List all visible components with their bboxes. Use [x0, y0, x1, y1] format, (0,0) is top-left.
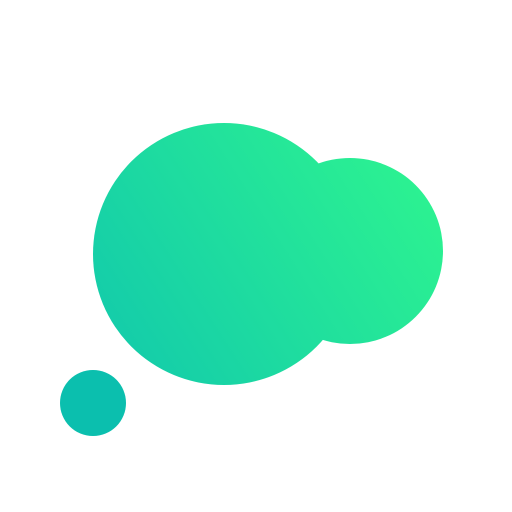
app-icon-canvas	[0, 0, 512, 512]
main-bubble	[93, 123, 355, 385]
small-trailing-dot	[60, 370, 126, 436]
thought-bubble-icon	[60, 123, 443, 436]
